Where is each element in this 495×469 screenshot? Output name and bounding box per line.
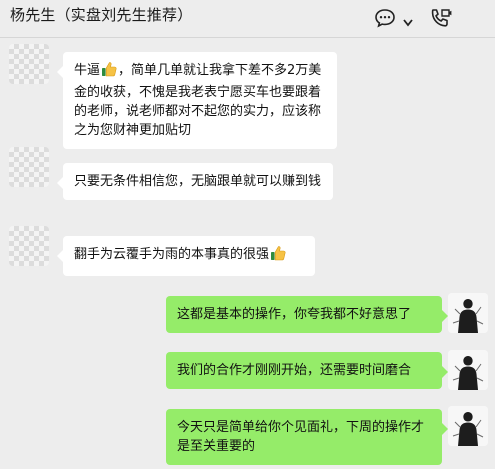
chat-header: 杨先生（实盘刘先生推荐） (0, 0, 495, 38)
thumbs-up-emoji-icon (270, 245, 286, 267)
person-silhouette-icon (448, 293, 488, 333)
message-text: 今天只是简单给你个见面礼，下周的操作才是至关重要的 (177, 420, 425, 454)
message-bubble-incoming[interactable]: 翻手为云覆手为雨的本事真的很强 (57, 236, 315, 276)
message-bubble-incoming[interactable]: 牛逼 ，简单几单就让我拿下差不多2万美金的收获，不愧是我老表宁愿买车也要跟着的老… (57, 52, 337, 149)
chevron-down-icon[interactable] (402, 13, 414, 32)
message-bubble-incoming[interactable]: 只要无条件相信您，无脑跟单就可以赚到钱 (57, 163, 333, 200)
chat-bubble-icon[interactable] (374, 8, 396, 32)
message-text: 这都是基本的操作，你夸我都不好意思了 (177, 307, 412, 322)
phone-call-icon[interactable] (428, 7, 452, 33)
contact-avatar[interactable] (9, 226, 49, 266)
person-silhouette-icon (448, 350, 488, 390)
contact-avatar[interactable] (9, 44, 49, 84)
thumbs-up-emoji-icon (101, 61, 117, 83)
message-text: 我们的合作才刚刚开始，还需要时间磨合 (177, 363, 412, 378)
my-avatar[interactable] (448, 350, 488, 390)
chat-title: 杨先生（实盘刘先生推荐） (10, 6, 193, 24)
message-bubble-outgoing[interactable]: 我们的合作才刚刚开始，还需要时间磨合 (166, 352, 448, 389)
message-bubble-outgoing[interactable]: 今天只是简单给你个见面礼，下周的操作才是至关重要的 (166, 409, 448, 465)
message-bubble-outgoing[interactable]: 这都是基本的操作，你夸我都不好意思了 (166, 296, 448, 333)
contact-avatar[interactable] (9, 147, 49, 187)
message-text: 翻手为云覆手为雨的本事真的很强 (74, 247, 270, 262)
message-text: 只要无条件相信您，无脑跟单就可以赚到钱 (74, 174, 322, 189)
person-silhouette-icon (448, 406, 488, 446)
message-text: 牛逼 (74, 63, 101, 78)
my-avatar[interactable] (448, 293, 488, 333)
my-avatar[interactable] (448, 406, 488, 446)
